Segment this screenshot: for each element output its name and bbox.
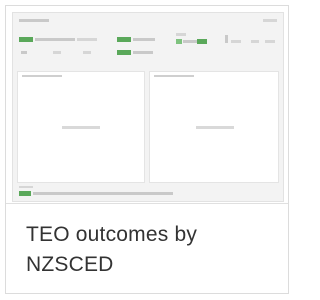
filter-chip [117, 37, 131, 42]
chart-placeholder [62, 126, 100, 129]
chart-panel-title [154, 75, 194, 77]
filter-chip [117, 50, 131, 55]
filter-chip-text [251, 40, 259, 43]
chart-panel-title [22, 75, 62, 77]
filter-chip-text [21, 51, 27, 54]
footer-chip [19, 191, 31, 196]
filter-chip [197, 39, 207, 44]
chart-panel-left[interactable] [17, 71, 145, 183]
footer-text [33, 192, 173, 195]
filter-chip-text [83, 51, 91, 54]
header-link [263, 19, 277, 22]
filter-label [176, 33, 186, 36]
sheet-tile[interactable]: TEO outcomes by NZSCED [5, 5, 289, 294]
filter-chip-text [133, 51, 153, 54]
filter-chip-text [231, 40, 241, 43]
filter-label [19, 19, 49, 22]
filter-chip [19, 37, 33, 42]
filter-chip-text [77, 38, 97, 41]
filter-chip [176, 39, 182, 44]
chart-panel-right[interactable] [149, 71, 279, 183]
tile-divider [6, 203, 288, 204]
chart-placeholder [196, 126, 234, 129]
filter-chip-text [35, 38, 75, 41]
filter-chip-text [183, 40, 197, 43]
sheet-thumbnail[interactable] [12, 12, 284, 202]
filter-label [225, 35, 228, 43]
footer-label [19, 186, 33, 188]
filter-chip-text [133, 38, 155, 41]
filter-chip-text [53, 51, 61, 54]
sheet-title[interactable]: TEO outcomes by NZSCED [26, 220, 276, 280]
filter-chip-text [265, 40, 275, 43]
